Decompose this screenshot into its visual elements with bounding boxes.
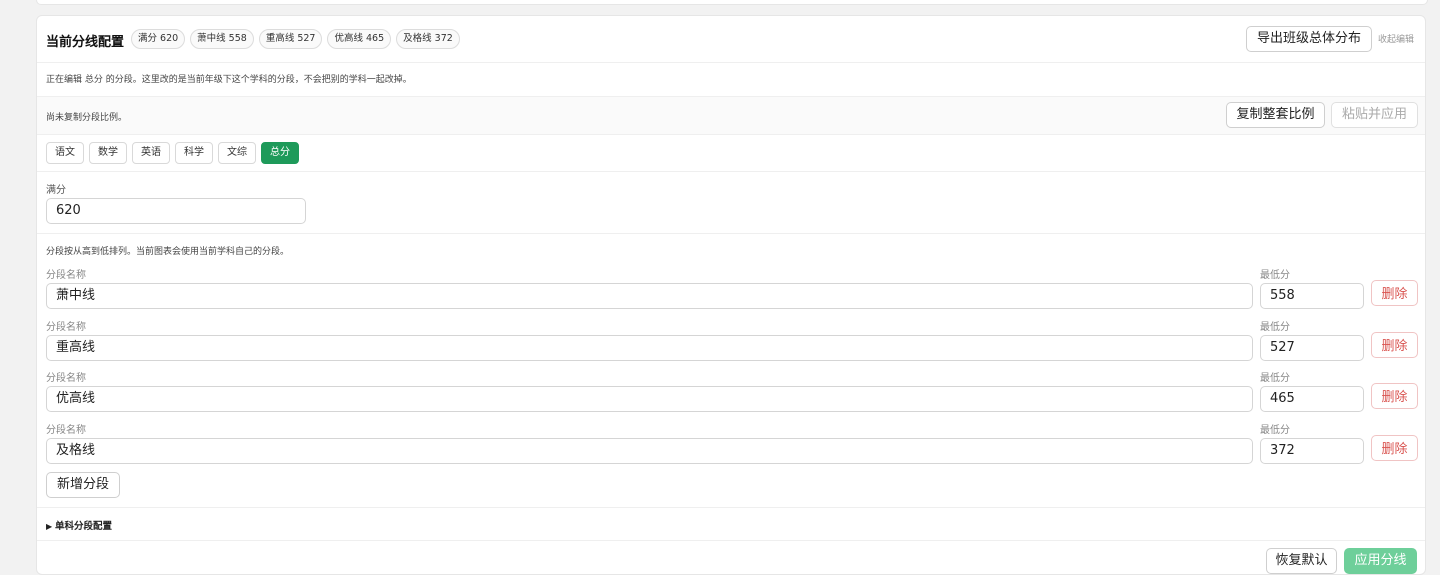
segment-min-label: 最低分 <box>1260 270 1290 281</box>
tab-total[interactable]: 总分 <box>261 142 299 164</box>
badge-segment-3: 优高线 465 <box>327 29 392 49</box>
single-subject-label: 单科分段配置 <box>54 521 112 532</box>
delete-segment-button[interactable]: 删除 <box>1371 435 1418 461</box>
add-segment-button[interactable]: 新增分段 <box>46 472 120 498</box>
full-score-input[interactable]: 620 <box>46 198 306 224</box>
previous-card <box>36 0 1428 5</box>
tab-math[interactable]: 数学 <box>89 142 127 164</box>
divider <box>37 171 1425 172</box>
segment-name-label: 分段名称 <box>46 322 86 333</box>
segments-hint: 分段按从高到低排列。当前图表会使用当前学科自己的分段。 <box>46 247 290 257</box>
tab-english[interactable]: 英语 <box>132 142 170 164</box>
divider <box>37 96 1425 97</box>
segment-min-label: 最低分 <box>1260 322 1290 333</box>
editing-note: 正在编辑 总分 的分段。这里改的是当前年级下这个学科的分段，不会把别的学科一起改… <box>46 75 412 85</box>
segment-min-input[interactable]: 465 <box>1260 386 1364 412</box>
segment-name-input[interactable]: 优高线 <box>46 386 1253 412</box>
summary-badges: 满分 620 萧中线 558 重高线 527 优高线 465 及格线 372 <box>131 29 460 49</box>
segment-name-input[interactable]: 重高线 <box>46 335 1253 361</box>
segment-min-label: 最低分 <box>1260 373 1290 384</box>
segment-min-input[interactable]: 558 <box>1260 283 1364 309</box>
paste-apply-button[interactable]: 粘贴并应用 <box>1331 102 1418 128</box>
tab-liberal-arts[interactable]: 文综 <box>218 142 256 164</box>
divider <box>37 507 1425 508</box>
subject-tabs: 语文 数学 英语 科学 文综 总分 <box>46 142 299 164</box>
copy-status: 尚未复制分段比例。 <box>46 113 128 123</box>
badge-full-score: 满分 620 <box>131 29 186 49</box>
segment-name-input[interactable]: 萧中线 <box>46 283 1253 309</box>
reset-default-button[interactable]: 恢复默认 <box>1266 548 1337 574</box>
segment-min-input[interactable]: 372 <box>1260 438 1364 464</box>
apply-segments-button[interactable]: 应用分线 <box>1344 548 1417 574</box>
export-distribution-button[interactable]: 导出班级总体分布 <box>1246 26 1372 52</box>
delete-segment-button[interactable]: 删除 <box>1371 280 1418 306</box>
copy-bar <box>37 96 1425 134</box>
tab-chinese[interactable]: 语文 <box>46 142 84 164</box>
segment-min-input[interactable]: 527 <box>1260 335 1364 361</box>
segment-config-panel: 当前分线配置 满分 620 萧中线 558 重高线 527 优高线 465 及格… <box>36 15 1426 575</box>
segment-name-input[interactable]: 及格线 <box>46 438 1253 464</box>
single-subject-toggle[interactable]: ▶ 单科分段配置 <box>46 518 112 532</box>
segment-min-label: 最低分 <box>1260 425 1290 436</box>
triangle-right-icon: ▶ <box>46 522 55 531</box>
divider <box>37 134 1425 135</box>
divider <box>37 540 1425 541</box>
tab-science[interactable]: 科学 <box>175 142 213 164</box>
delete-segment-button[interactable]: 删除 <box>1371 332 1418 358</box>
copy-ratio-button[interactable]: 复制整套比例 <box>1226 102 1325 128</box>
badge-segment-1: 萧中线 558 <box>190 29 254 49</box>
segment-name-label: 分段名称 <box>46 425 86 436</box>
delete-segment-button[interactable]: 删除 <box>1371 383 1418 409</box>
badge-segment-4: 及格线 372 <box>396 29 460 49</box>
segment-name-label: 分段名称 <box>46 270 86 281</box>
divider <box>37 62 1425 63</box>
badge-segment-2: 重高线 527 <box>258 29 323 49</box>
page-title: 当前分线配置 <box>46 35 125 50</box>
collapse-edit-link[interactable]: 收起编辑 <box>1378 32 1414 45</box>
segment-name-label: 分段名称 <box>46 373 86 384</box>
full-score-label: 满分 <box>46 185 66 196</box>
divider <box>37 233 1425 234</box>
